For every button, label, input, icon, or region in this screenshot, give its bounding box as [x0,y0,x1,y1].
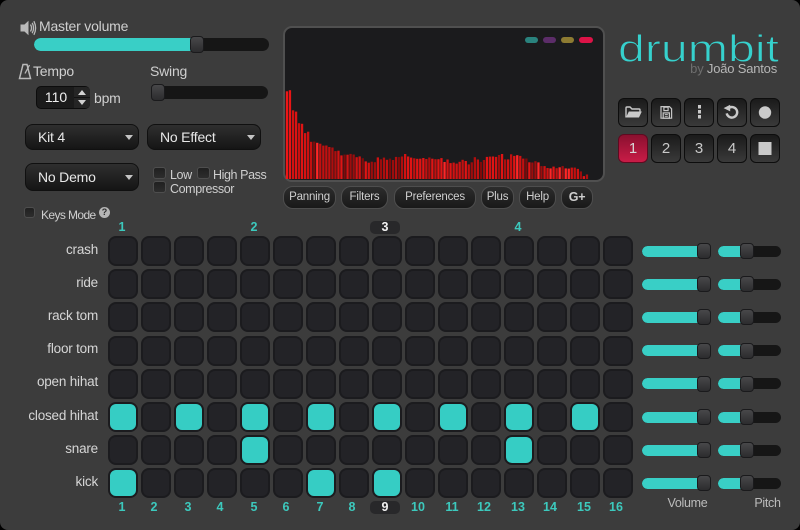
svg-text:drumbit: drumbit [618,28,780,64]
